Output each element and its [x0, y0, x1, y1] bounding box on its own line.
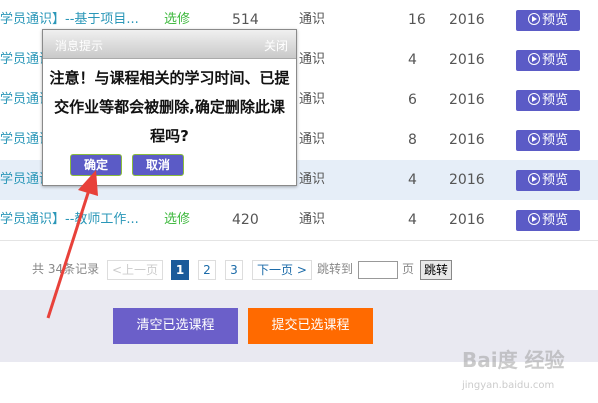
annotation-arrow	[46, 170, 98, 319]
arrow-shaft	[46, 189, 91, 319]
arrow-head	[78, 170, 98, 196]
